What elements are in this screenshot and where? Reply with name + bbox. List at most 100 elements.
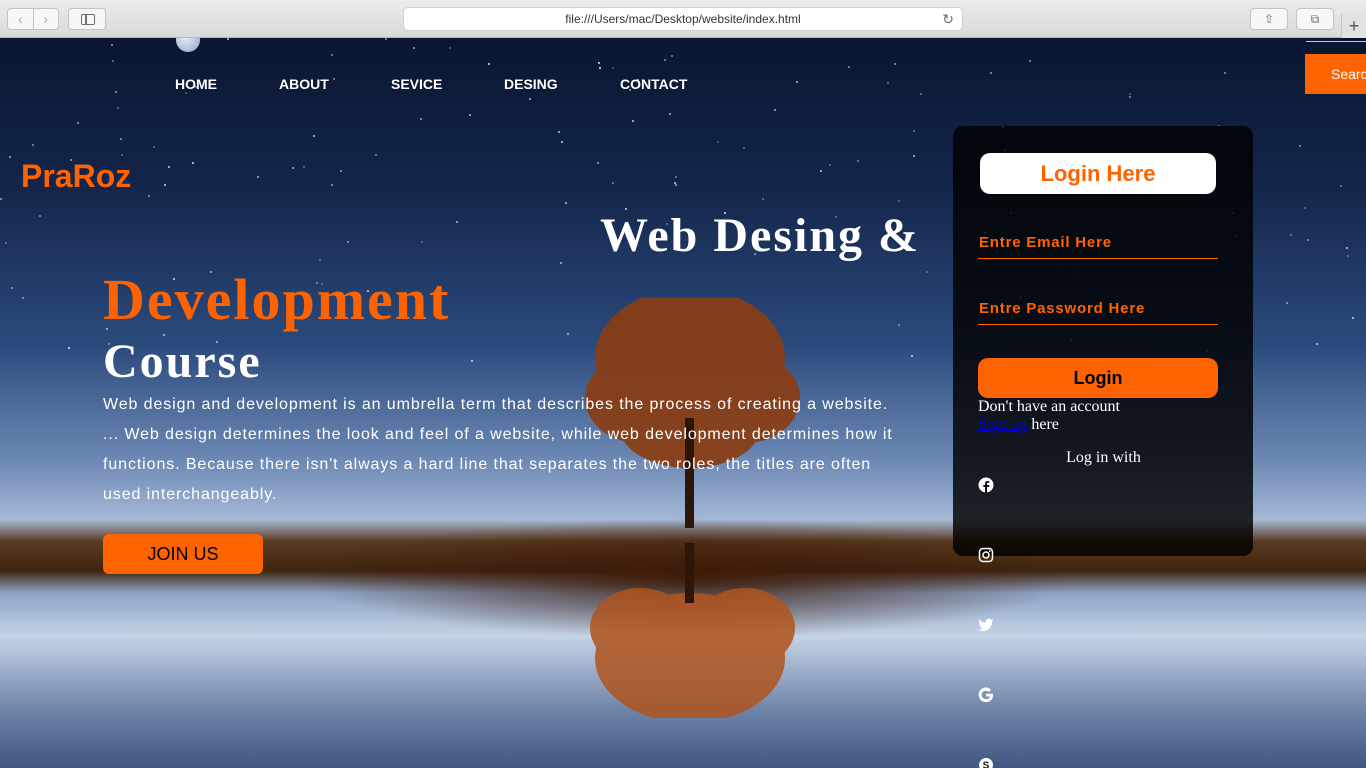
nav-home-link[interactable]: HOME xyxy=(175,76,217,92)
sidebar-toggle-button[interactable] xyxy=(68,8,106,30)
star xyxy=(926,271,928,273)
password-field[interactable]: Entre Password Here xyxy=(978,292,1218,325)
url-text: file:///Users/mac/Desktop/website/index.… xyxy=(565,12,801,26)
sidebar-icon xyxy=(81,14,95,25)
new-tab-button[interactable]: + xyxy=(1341,14,1366,38)
star xyxy=(413,47,415,49)
star xyxy=(257,176,259,178)
star xyxy=(77,122,79,124)
skype-icon[interactable]: S xyxy=(978,757,994,768)
search-button[interactable]: Search xyxy=(1305,54,1366,94)
star xyxy=(1224,72,1226,74)
star xyxy=(39,215,41,217)
login-with-label: Log in with xyxy=(1066,449,1141,466)
star xyxy=(669,113,671,115)
signup-prompt: Don't have an account Sign up here xyxy=(978,398,1120,434)
star xyxy=(319,259,321,261)
star xyxy=(1316,343,1318,345)
star xyxy=(565,202,567,204)
star xyxy=(22,297,24,299)
star xyxy=(717,141,719,143)
star xyxy=(120,138,122,140)
star xyxy=(347,241,349,243)
forward-icon[interactable]: › xyxy=(34,9,59,29)
star xyxy=(148,195,150,197)
star xyxy=(743,147,745,149)
browser-toolbar: ‹ › file:///Users/mac/Desktop/website/in… xyxy=(0,0,1366,38)
star xyxy=(331,184,333,186)
star xyxy=(121,154,123,156)
star xyxy=(185,92,187,94)
brand-logo[interactable]: PraRoz xyxy=(21,158,131,195)
star xyxy=(153,146,155,148)
star xyxy=(303,166,305,168)
star xyxy=(0,198,2,200)
star xyxy=(9,156,11,158)
star xyxy=(420,118,422,120)
star xyxy=(560,262,562,264)
twitter-icon[interactable] xyxy=(978,617,994,633)
star xyxy=(313,135,315,137)
nav-about-link[interactable]: ABOUT xyxy=(279,76,329,92)
star xyxy=(1347,255,1349,257)
star xyxy=(990,72,992,74)
nav-design-link[interactable]: DESING xyxy=(504,76,558,92)
star xyxy=(675,176,677,178)
instagram-icon[interactable] xyxy=(978,547,994,563)
nav-contact-link[interactable]: CONTACT xyxy=(620,76,687,92)
star xyxy=(898,324,900,326)
search-input[interactable] xyxy=(1306,38,1366,42)
email-field[interactable]: Entre Email Here xyxy=(978,226,1218,259)
star xyxy=(164,184,166,186)
star xyxy=(385,38,387,40)
star xyxy=(857,160,859,162)
star xyxy=(292,167,294,169)
star xyxy=(820,170,822,172)
star xyxy=(597,162,599,164)
star xyxy=(598,62,600,64)
google-icon[interactable] xyxy=(978,687,994,703)
back-icon[interactable]: ‹ xyxy=(8,9,34,29)
share-icon: ⇧ xyxy=(1263,12,1275,26)
hero-description: Web design and development is an umbrell… xyxy=(103,396,893,503)
signup-suffix: here xyxy=(1027,416,1059,433)
webpage: Search HOME ABOUT SEVICE DESING CONTACT … xyxy=(0,38,1366,768)
star xyxy=(449,47,451,49)
join-us-button[interactable]: JOIN US xyxy=(103,534,263,574)
star xyxy=(488,63,490,65)
star xyxy=(913,130,915,132)
star xyxy=(5,242,7,244)
star xyxy=(68,347,70,349)
share-button[interactable]: ⇧ xyxy=(1250,8,1288,30)
nav-service-link[interactable]: SEVICE xyxy=(391,76,442,92)
login-button[interactable]: Login xyxy=(978,358,1218,398)
star xyxy=(1299,145,1301,147)
star xyxy=(887,82,889,84)
star xyxy=(561,141,563,143)
tabs-icon: ⧉ xyxy=(1310,11,1320,26)
star xyxy=(168,166,170,168)
star xyxy=(612,182,614,184)
star xyxy=(632,120,634,122)
star xyxy=(920,93,922,95)
star xyxy=(1129,96,1131,98)
star xyxy=(675,184,677,186)
address-bar[interactable]: file:///Users/mac/Desktop/website/index.… xyxy=(403,7,963,31)
star xyxy=(471,360,473,362)
reload-icon[interactable]: ↻ xyxy=(942,11,954,28)
star xyxy=(1307,239,1309,241)
star xyxy=(774,109,776,111)
signup-link[interactable]: Sign up xyxy=(978,416,1027,433)
facebook-icon[interactable] xyxy=(978,477,994,493)
moon-image xyxy=(176,38,200,52)
hero-title-line-3: Course xyxy=(103,335,262,388)
svg-text:S: S xyxy=(983,761,990,768)
star xyxy=(11,287,13,289)
star xyxy=(1346,247,1348,249)
tab-overview-button[interactable]: ⧉ xyxy=(1296,8,1334,30)
star xyxy=(32,144,34,146)
star xyxy=(421,241,423,243)
plus-icon: + xyxy=(1348,15,1360,36)
star xyxy=(848,66,850,68)
star xyxy=(111,44,113,46)
